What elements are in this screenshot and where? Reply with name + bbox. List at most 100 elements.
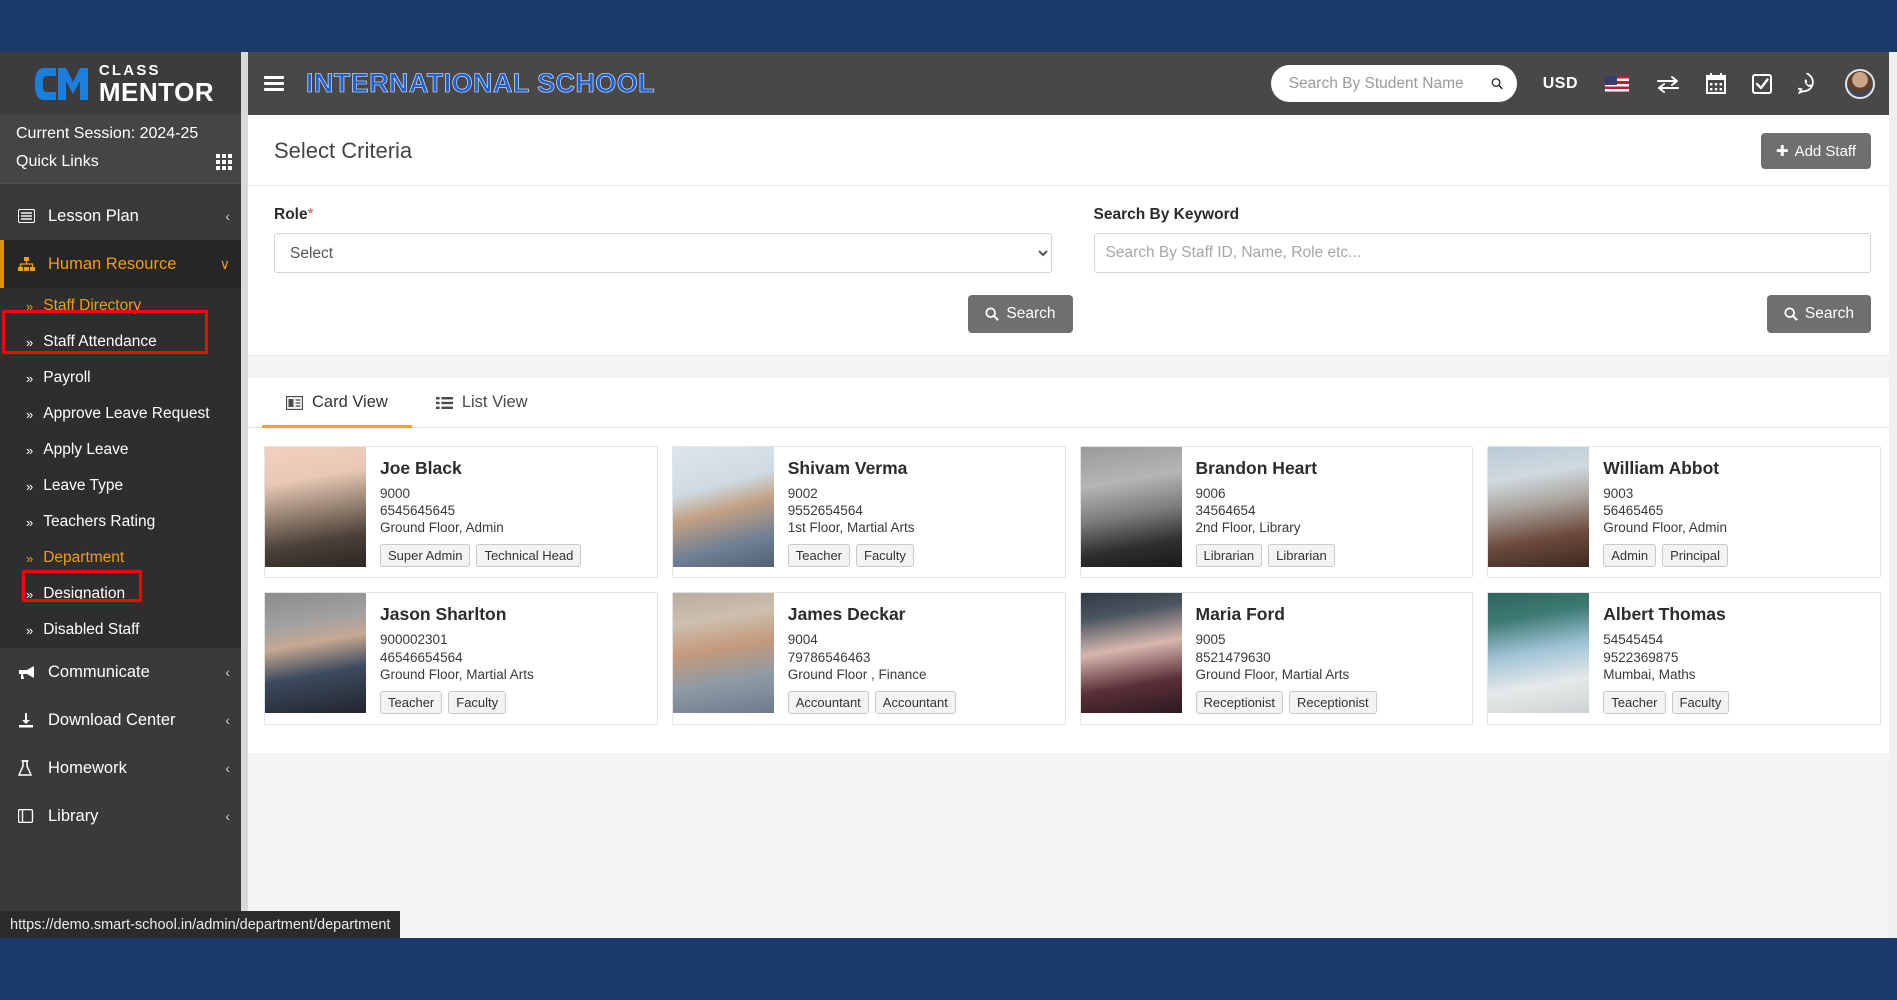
student-search-box[interactable] xyxy=(1270,65,1517,102)
sidebar-item-approve-leave-request[interactable]: » Approve Leave Request xyxy=(0,396,248,432)
quick-links-label: Quick Links xyxy=(16,153,99,170)
staff-phone: 46546654564 xyxy=(380,649,463,665)
browser-chrome-bottom xyxy=(0,938,1897,1000)
staff-card[interactable]: Maria Ford 9005 8521479630 Ground Floor,… xyxy=(1079,592,1474,725)
staff-tag: Accountant xyxy=(874,690,956,714)
double-chevron-icon: » xyxy=(26,370,34,386)
staff-card[interactable]: Shivam Verma 9002 9552654564 1st Floor, … xyxy=(671,446,1066,579)
sidebar-item-leave-type[interactable]: » Leave Type xyxy=(0,468,248,504)
staff-tags: Teacher Faculty xyxy=(1603,690,1868,714)
sidebar-item-staff-attendance[interactable]: » Staff Attendance xyxy=(0,324,248,360)
cm-monogram-icon xyxy=(34,67,88,100)
criteria-fields-row: Role* Select Search By Keyword xyxy=(274,206,1871,273)
sitemap-icon xyxy=(18,256,44,272)
quick-links-row[interactable]: Quick Links xyxy=(16,153,232,171)
current-session-label: Current Session: 2024-25 xyxy=(16,125,199,142)
tab-card-view[interactable]: Card View xyxy=(262,378,412,428)
staff-tag: Principal xyxy=(1662,544,1728,568)
staff-photo xyxy=(672,593,774,714)
staff-card[interactable]: Jason Sharlton 900002301 46546654564 Gro… xyxy=(264,592,658,725)
topbar-actions: USD xyxy=(1270,65,1875,102)
staff-card[interactable]: Brandon Heart 9006 34564654 2nd Floor, L… xyxy=(1079,446,1474,579)
add-staff-label: Add Staff xyxy=(1794,142,1856,160)
submenu-item-label: Teachers Rating xyxy=(43,513,156,530)
staff-location: 1st Floor, Martial Arts xyxy=(787,520,915,536)
staff-phone: 6545645645 xyxy=(380,503,456,519)
add-staff-button[interactable]: ✚ Add Staff xyxy=(1760,133,1871,169)
search-input[interactable] xyxy=(1286,73,1491,94)
staff-name: Maria Ford xyxy=(1195,604,1285,625)
submenu-item-label: Approve Leave Request xyxy=(43,405,210,422)
sidebar-item-label: Human Resource xyxy=(48,254,177,273)
staff-location: 2nd Floor, Library xyxy=(1195,520,1301,536)
exchange-icon[interactable] xyxy=(1656,75,1680,93)
criteria-header: Select Criteria ✚ Add Staff xyxy=(248,115,1897,186)
sidebar-item-teachers-rating[interactable]: » Teachers Rating xyxy=(0,504,248,540)
submenu-item-label: Payroll xyxy=(43,369,91,386)
staff-tags: Accountant Accountant xyxy=(787,690,1053,714)
sidebar: CLASS MENTOR Current Session: 2024-25 Qu… xyxy=(0,52,248,938)
double-chevron-icon: » xyxy=(26,550,34,566)
sidebar-item-label: Library xyxy=(48,806,99,825)
staff-id: 54545454 xyxy=(1603,632,1664,648)
staff-tags: Super Admin Technical Head xyxy=(380,544,645,568)
staff-phone: 9522369875 xyxy=(1603,649,1679,665)
sidebar-item-department[interactable]: » Department xyxy=(0,540,248,576)
staff-location: Mumbai, Maths xyxy=(1603,666,1696,682)
staff-card[interactable]: James Deckar 9004 79786546463 Ground Flo… xyxy=(671,592,1066,725)
double-chevron-icon: » xyxy=(26,334,34,350)
avatar[interactable] xyxy=(1845,68,1875,99)
sidebar-item-disabled-staff[interactable]: » Disabled Staff xyxy=(0,612,248,648)
sidebar-item-designation[interactable]: » Designation xyxy=(0,576,248,612)
staff-name: Jason Sharlton xyxy=(380,604,507,625)
whatsapp-icon[interactable] xyxy=(1798,73,1819,94)
criteria-body: Role* Select Search By Keyword Search By… xyxy=(248,186,1897,355)
currency-label[interactable]: USD xyxy=(1543,75,1578,93)
hamburger-icon[interactable] xyxy=(264,73,284,94)
sidebar-item-library[interactable]: Library ‹ xyxy=(0,792,248,840)
sidebar-item-communicate[interactable]: Communicate ‹ xyxy=(0,648,248,696)
calendar-icon[interactable] xyxy=(1706,73,1726,94)
role-select[interactable]: Select xyxy=(274,233,1052,273)
sidebar-item-human-resource[interactable]: Human Resource ∨ xyxy=(0,240,248,288)
staff-tag: Technical Head xyxy=(476,544,582,568)
search-icon xyxy=(985,307,1000,321)
keyword-label: Search By Keyword xyxy=(1093,206,1240,223)
main-content: Select Criteria ✚ Add Staff Role* Select xyxy=(248,115,1897,938)
staff-card[interactable]: Albert Thomas 54545454 9522369875 Mumbai… xyxy=(1487,592,1881,725)
sidebar-item-download-center[interactable]: Download Center ‹ xyxy=(0,696,248,744)
staff-card[interactable]: William Abbot 9003 56465465 Ground Floor… xyxy=(1487,446,1881,579)
sidebar-item-label: Homework xyxy=(48,758,127,777)
search-keyword-button[interactable]: Search xyxy=(1766,295,1871,333)
search-button-label: Search xyxy=(1006,305,1056,322)
keyword-input[interactable] xyxy=(1093,233,1871,273)
staff-tags: Receptionist Receptionist xyxy=(1195,690,1461,714)
staff-photo xyxy=(265,593,366,714)
check-square-icon[interactable] xyxy=(1752,73,1772,94)
sidebar-item-homework[interactable]: Homework ‹ xyxy=(0,744,248,792)
search-role-button[interactable]: Search xyxy=(968,295,1073,333)
sidebar-item-lesson-plan[interactable]: Lesson Plan ‹ xyxy=(0,192,248,240)
sidebar-item-staff-directory[interactable]: » Staff Directory xyxy=(0,288,248,324)
sidebar-item-label: Lesson Plan xyxy=(48,206,139,225)
submenu-item-label: Department xyxy=(43,549,125,566)
chevron-down-icon: ∨ xyxy=(219,255,230,272)
submenu-item-label: Staff Directory xyxy=(43,297,142,314)
sidebar-item-apply-leave[interactable]: » Apply Leave xyxy=(0,432,248,468)
lesson-plan-icon xyxy=(18,209,44,223)
double-chevron-icon: » xyxy=(26,622,34,638)
staff-tags: Teacher Faculty xyxy=(380,690,645,714)
sidebar-item-payroll[interactable]: » Payroll xyxy=(0,360,248,396)
search-icon[interactable] xyxy=(1491,74,1503,93)
staff-tags: Librarian Librarian xyxy=(1195,544,1461,568)
brand-logo[interactable]: CLASS MENTOR xyxy=(0,52,248,115)
staff-card[interactable]: Joe Black 9000 6545645645 Ground Floor, … xyxy=(264,446,658,579)
chevron-left-icon: ‹ xyxy=(225,808,230,824)
us-flag-icon[interactable] xyxy=(1604,74,1630,93)
tab-label: Card View xyxy=(312,393,388,411)
submenu-item-label: Disabled Staff xyxy=(43,621,140,638)
session-box: Current Session: 2024-25 Quick Links xyxy=(0,115,248,184)
tab-list-view[interactable]: List View xyxy=(412,378,552,428)
page-scrollbar[interactable] xyxy=(1889,52,1897,938)
book-icon xyxy=(18,809,44,823)
